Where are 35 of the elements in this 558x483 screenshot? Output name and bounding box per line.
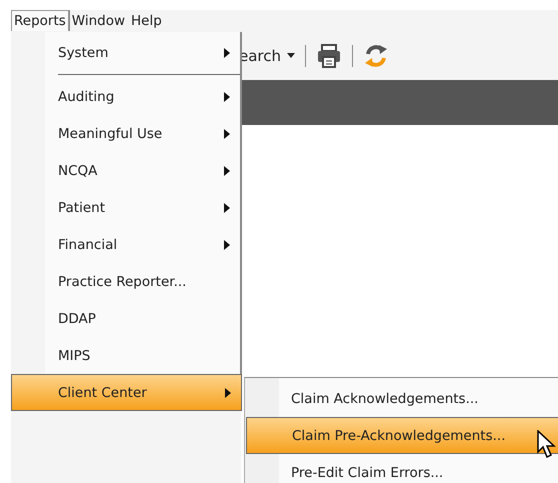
menu-item-label: Practice Reporter... — [58, 274, 188, 290]
arrow-icon — [224, 202, 230, 212]
arrow-icon — [224, 48, 230, 58]
arrow-icon — [224, 92, 230, 102]
menu-item[interactable]: Practice Reporter... — [45, 263, 240, 300]
menu-item-label: Client Center — [58, 384, 148, 400]
menu-item-label: MIPS — [58, 348, 92, 364]
menu-item-label: Auditing — [58, 88, 116, 104]
arrow-icon — [224, 166, 230, 176]
print-icon[interactable] — [316, 42, 342, 68]
menu-item[interactable]: Pre-Edit Claim Errors... — [245, 454, 558, 483]
caret-icon[interactable] — [287, 53, 296, 58]
menu-item-label: NCQA — [58, 162, 98, 178]
menu-item-label: Patient — [58, 200, 106, 216]
menu-item[interactable]: Meaningful Use — [45, 115, 240, 152]
arrow-icon — [224, 128, 230, 138]
refresh-icon[interactable] — [363, 42, 390, 68]
menu-item[interactable]: NCQA — [45, 152, 240, 189]
menu-item[interactable]: Claim Pre-Acknowledgements... — [246, 417, 558, 454]
menu-item[interactable]: Auditing — [45, 78, 240, 115]
menu-item-label: DDAP — [58, 310, 97, 326]
menu-bar-item[interactable]: Help — [128, 10, 165, 31]
menu-item-label: Financial — [58, 236, 118, 252]
menu-item[interactable]: Financial — [45, 226, 240, 263]
menu-item[interactable]: MIPS — [45, 337, 240, 374]
menu-item[interactable]: DDAP — [45, 300, 240, 337]
arrow-icon — [224, 240, 230, 250]
menu-item[interactable]: Client Center — [11, 374, 242, 411]
menu-item-label: Meaningful Use — [58, 126, 164, 142]
menu-item[interactable]: Claim Acknowledgements... — [245, 380, 558, 417]
menu-bar-item[interactable]: Window — [68, 10, 128, 31]
menu-item[interactable]: Patient — [45, 189, 240, 226]
arrow-icon — [225, 388, 231, 398]
menu-item-label: System — [58, 44, 110, 60]
menu-bar-item[interactable]: Reports — [11, 10, 69, 31]
